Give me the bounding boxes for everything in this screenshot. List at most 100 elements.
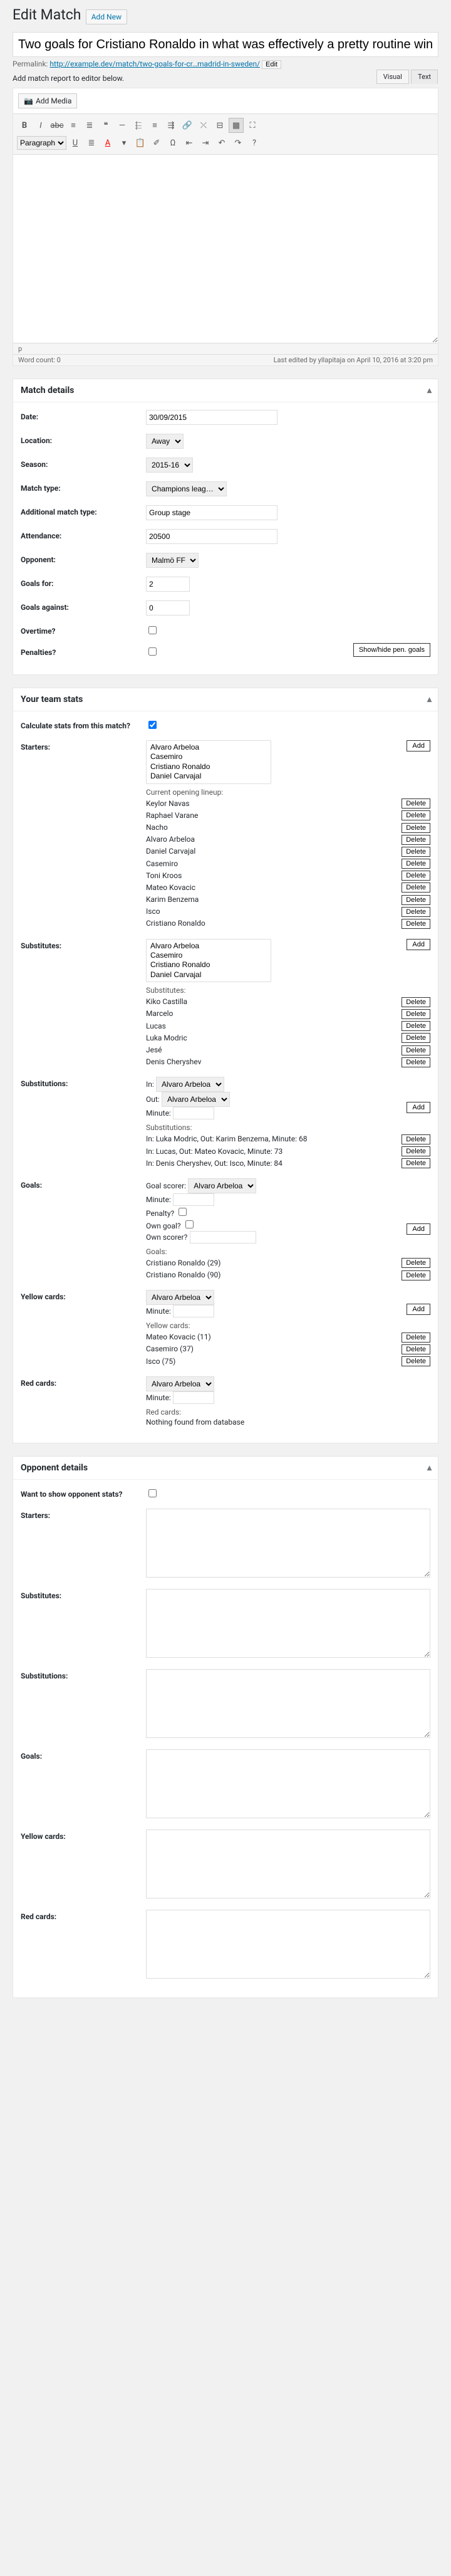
yellow-add-button[interactable]: Add (407, 1304, 430, 1315)
penalty-checkbox[interactable] (179, 1208, 187, 1216)
ul-icon[interactable]: ≡ (66, 118, 81, 133)
paragraph-select[interactable]: Paragraph (17, 136, 66, 150)
fullscreen-icon[interactable]: ⛶ (245, 118, 260, 133)
add-media-button[interactable]: Add Media (18, 93, 77, 108)
opponent-textarea[interactable] (146, 1749, 430, 1818)
yellow-minute-input[interactable] (173, 1305, 214, 1317)
subs-add-button[interactable]: Add (407, 939, 430, 950)
delete-button[interactable]: Delete (402, 835, 430, 845)
align-center-icon[interactable]: ≡ (147, 118, 162, 133)
location-select[interactable]: Away (146, 434, 184, 449)
italic-icon[interactable]: I (33, 118, 48, 133)
justify-icon[interactable]: ≣ (84, 135, 99, 150)
toolbar-toggle-icon[interactable]: ▦ (229, 118, 244, 133)
date-input[interactable] (146, 410, 277, 425)
delete-button[interactable]: Delete (402, 871, 430, 881)
tab-visual[interactable]: Visual (376, 70, 409, 84)
redo-icon[interactable]: ↷ (231, 135, 246, 150)
delete-button[interactable]: Delete (402, 1134, 430, 1144)
permalink-edit-button[interactable]: Edit (262, 60, 281, 69)
bold-icon[interactable]: B (17, 118, 32, 133)
starters-add-button[interactable]: Add (407, 740, 430, 751)
paste-text-icon[interactable]: 📋 (133, 135, 148, 150)
sub-out-select[interactable]: Alvaro Arbeloa (162, 1092, 230, 1107)
overtime-checkbox[interactable] (148, 626, 157, 634)
delete-button[interactable]: Delete (402, 859, 430, 869)
season-select[interactable]: 2015-16 (146, 458, 193, 473)
indent-icon[interactable]: ⇥ (198, 135, 213, 150)
link-icon[interactable]: 🔗 (180, 118, 195, 133)
delete-button[interactable]: Delete (402, 1057, 430, 1067)
subs-select[interactable]: Alvaro ArbeloaCasemiroCristiano RonaldoD… (146, 939, 271, 983)
additional-type-input[interactable] (146, 505, 277, 520)
substitution-add-button[interactable]: Add (407, 1102, 430, 1113)
penalties-checkbox[interactable] (148, 647, 157, 656)
delete-button[interactable]: Delete (402, 1258, 430, 1268)
delete-button[interactable]: Delete (402, 823, 430, 833)
delete-button[interactable]: Delete (402, 1146, 430, 1156)
unlink-icon[interactable]: ⤫ (196, 118, 211, 133)
attendance-input[interactable] (146, 529, 277, 544)
goal-add-button[interactable]: Add (407, 1223, 430, 1235)
more-icon[interactable]: ⊟ (212, 118, 227, 133)
align-left-icon[interactable]: ⬱ (131, 118, 146, 133)
hr-icon[interactable]: — (115, 118, 130, 133)
delete-button[interactable]: Delete (402, 997, 430, 1007)
help-icon[interactable]: ? (247, 135, 262, 150)
goal-minute-input[interactable] (173, 1193, 214, 1206)
text-color-icon[interactable]: A (100, 135, 115, 150)
delete-button[interactable]: Delete (402, 1344, 430, 1354)
show-hide-pen-button[interactable]: Show/hide pen. goals (353, 643, 430, 657)
add-new-button[interactable]: Add New (86, 9, 127, 24)
starters-select[interactable]: Alvaro ArbeloaCasemiroCristiano RonaldoD… (146, 740, 271, 784)
delete-button[interactable]: Delete (402, 847, 430, 857)
delete-button[interactable]: Delete (402, 1356, 430, 1366)
outdent-icon[interactable]: ⇤ (182, 135, 197, 150)
goals-against-input[interactable] (146, 600, 190, 615)
match-type-select[interactable]: Champions leag… (146, 481, 227, 496)
own-scorer-input[interactable] (190, 1231, 256, 1243)
special-char-icon[interactable]: Ω (165, 135, 180, 150)
opponent-select[interactable]: Malmö FF (146, 553, 199, 568)
red-minute-input[interactable] (173, 1391, 214, 1404)
delete-button[interactable]: Delete (402, 810, 430, 820)
delete-button[interactable]: Delete (402, 882, 430, 893)
delete-button[interactable]: Delete (402, 919, 430, 929)
editor-content[interactable] (13, 155, 438, 343)
opponent-textarea[interactable] (146, 1589, 430, 1658)
delete-button[interactable]: Delete (402, 895, 430, 905)
strike-icon[interactable]: abc (49, 118, 65, 133)
sub-in-select[interactable]: Alvaro Arbeloa (156, 1077, 224, 1092)
permalink-url[interactable]: http://example.dev/match/two-goals-for-c… (49, 60, 260, 68)
clear-format-icon[interactable]: ✐ (149, 135, 164, 150)
own-goal-checkbox[interactable] (185, 1220, 194, 1228)
opponent-textarea[interactable] (146, 1509, 430, 1578)
delete-button[interactable]: Delete (402, 907, 430, 917)
quote-icon[interactable]: ❝ (98, 118, 113, 133)
undo-icon[interactable]: ↶ (214, 135, 229, 150)
delete-button[interactable]: Delete (402, 1333, 430, 1343)
red-player-select[interactable]: Alvaro Arbeloa (146, 1376, 214, 1391)
delete-button[interactable]: Delete (402, 798, 430, 809)
yellow-player-select[interactable]: Alvaro Arbeloa (146, 1290, 214, 1305)
delete-button[interactable]: Delete (402, 1009, 430, 1019)
delete-button[interactable]: Delete (402, 1021, 430, 1031)
delete-button[interactable]: Delete (402, 1033, 430, 1043)
goals-for-input[interactable] (146, 577, 190, 592)
delete-button[interactable]: Delete (402, 1158, 430, 1168)
opponent-textarea[interactable] (146, 1669, 430, 1738)
chevron-up-icon[interactable]: ▴ (427, 694, 432, 704)
chevron-up-icon[interactable]: ▴ (427, 385, 432, 395)
sub-minute-input[interactable] (173, 1107, 214, 1119)
delete-button[interactable]: Delete (402, 1270, 430, 1280)
show-opponent-checkbox[interactable] (148, 1489, 157, 1497)
opponent-textarea[interactable] (146, 1910, 430, 1979)
calc-stats-checkbox[interactable] (148, 721, 157, 729)
underline-icon[interactable]: U (68, 135, 83, 150)
post-title-input[interactable] (13, 32, 438, 57)
ol-icon[interactable]: ≣ (82, 118, 97, 133)
color-picker-icon[interactable]: ▾ (117, 135, 132, 150)
chevron-up-icon[interactable]: ▴ (427, 1463, 432, 1473)
scorer-select[interactable]: Alvaro Arbeloa (188, 1178, 256, 1193)
opponent-textarea[interactable] (146, 1830, 430, 1898)
